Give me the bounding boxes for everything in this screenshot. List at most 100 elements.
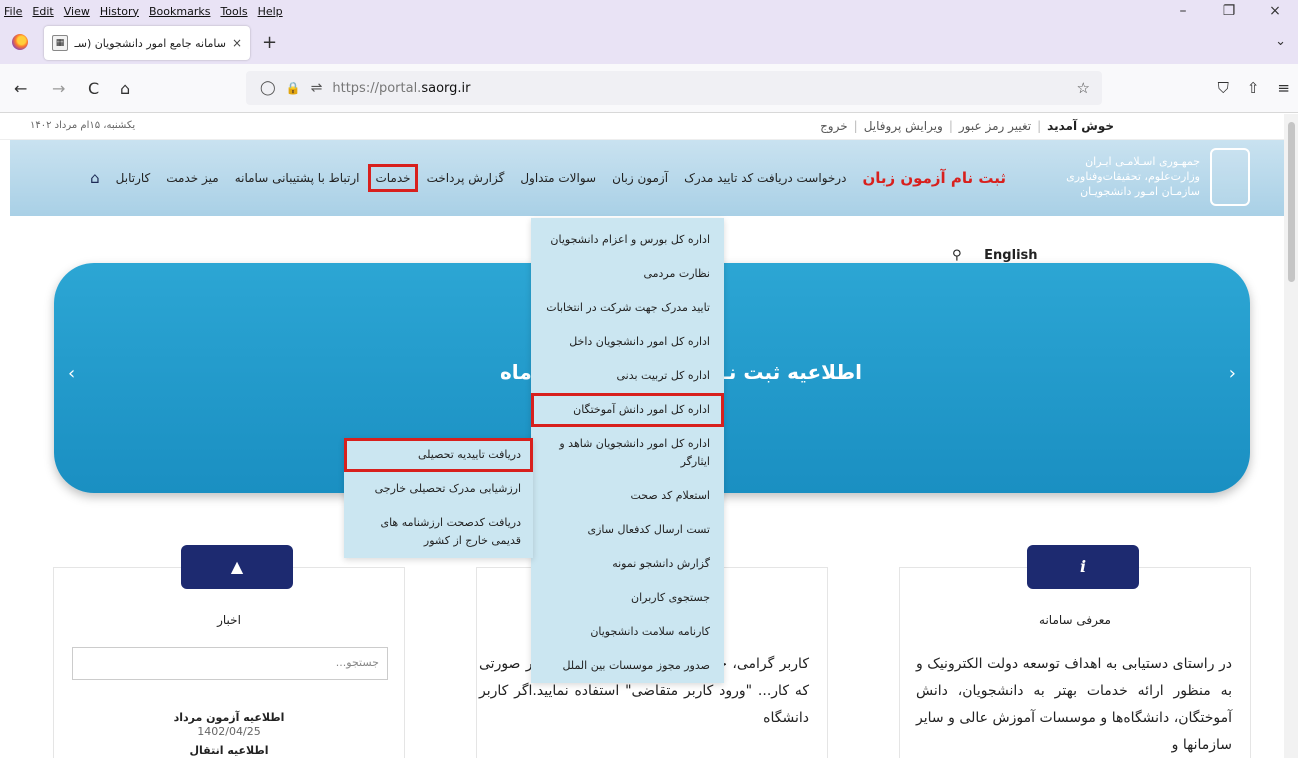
logo-line-3: سازمـان امـور دانشجویـان (1080, 185, 1200, 198)
close-window-button[interactable]: × (1252, 3, 1298, 19)
organization-logo[interactable] (1210, 148, 1250, 206)
url-text[interactable]: https://portal.saorg.ir (332, 81, 470, 96)
nav-item-kartabl[interactable]: کارتابل (116, 171, 151, 185)
dropdown-item-exemplary-student[interactable]: گزارش دانشجو نمونه (531, 547, 724, 581)
home-icon[interactable]: ⌂ (120, 79, 130, 98)
menu-bar: File Edit View History Bookmarks Tools H… (0, 0, 1298, 22)
tracking-shield-icon[interactable]: ◯ (260, 80, 276, 96)
list-all-tabs-icon[interactable]: ⌄ (1275, 34, 1286, 49)
dropdown-item-verify-code-inquiry[interactable]: استعلام کد صحت (531, 479, 724, 513)
dropdown-item-international-license[interactable]: صدور مجوز موسسات بین الملل (531, 649, 724, 683)
change-password-link[interactable]: تغییر رمز عبور (959, 119, 1031, 133)
menu-help[interactable]: Help (258, 5, 283, 18)
page-content: یکشنبه، ۱۵ام مرداد ۱۴۰۲ خوش آمدید | تغیی… (0, 114, 1298, 758)
megaphone-icon: ▲ (181, 545, 293, 589)
slider-prev-icon[interactable]: ‹ (68, 363, 75, 384)
page-scrollbar[interactable] (1284, 114, 1298, 758)
separator: | (948, 119, 953, 133)
news-search-input[interactable]: جستجو... (72, 647, 388, 680)
firefox-icon[interactable] (12, 34, 28, 50)
minimize-button[interactable]: – (1160, 3, 1206, 19)
lock-icon[interactable]: 🔒 (286, 81, 301, 95)
submenu-item-foreign-degree-evaluation[interactable]: ارزشیابی مدرک تحصیلی خارجی (344, 472, 533, 506)
info-icon: i (1027, 545, 1139, 589)
organization-name: جمهـوری اسـلامـی ایـران وزارت‌علوم، تحقی… (1066, 154, 1200, 199)
toolbar-right: ⛉ ⇧ ≡ (1218, 79, 1290, 97)
url-bar[interactable]: ◯ 🔒 ⇌ https://portal.saorg.ir ☆ (246, 71, 1102, 105)
nav-item-payment-report[interactable]: گزارش پرداخت (427, 171, 505, 185)
nav-item-faq[interactable]: سوالات متداول (520, 171, 596, 185)
about-title: معرفی سامانه (1039, 613, 1111, 627)
nav-items: ⌂ کارتابل میز خدمت ارتباط با پشتیبانی سا… (90, 164, 1014, 192)
news-title: اخبار (217, 613, 241, 627)
slider-next-icon[interactable]: › (1229, 363, 1236, 384)
search-english-bar: ⚲ English (952, 248, 1038, 263)
bookmark-star-icon[interactable]: ☆ (1077, 79, 1090, 97)
restore-button[interactable]: ❐ (1206, 3, 1252, 19)
logo-line-1: جمهـوری اسـلامـی ایـران (1085, 155, 1200, 168)
menu-file[interactable]: File (4, 5, 22, 18)
nav-item-support[interactable]: ارتباط با پشتیبانی سامانه (235, 171, 360, 185)
slide-title-right[interactable]: اطلاعیه ثبت نـ (722, 360, 862, 384)
close-tab-icon[interactable]: × (232, 36, 242, 50)
edit-profile-link[interactable]: ویرایش پروفایل (864, 119, 943, 133)
menu-view[interactable]: View (64, 5, 90, 18)
submenu-item-old-certificate-code[interactable]: دریافت کدصحت ارزشنامه های قدیمی خارج از … (344, 506, 533, 558)
menu-history[interactable]: History (100, 5, 139, 18)
dropdown-item-graduates[interactable]: اداره کل امور دانش آموختگان (531, 393, 724, 427)
nav-item-language-exam[interactable]: آزمون زبان (612, 171, 668, 185)
user-links: خوش آمدید | تغییر رمز عبور | ویرایش پروف… (820, 119, 1114, 133)
news-item-date: 1402/04/25 (197, 725, 261, 738)
menu-bookmarks[interactable]: Bookmarks (149, 5, 210, 18)
browser-tab[interactable]: ▦ سامانه جامع امور دانشجویان (سـ × (44, 26, 250, 60)
user-bar: یکشنبه، ۱۵ام مرداد ۱۴۰۲ خوش آمدید | تغیی… (0, 114, 1284, 140)
about-panel: i معرفی سامانه در راستای دستیابی به اهدا… (899, 545, 1251, 758)
scrollbar-thumb[interactable] (1288, 122, 1295, 282)
dropdown-item-shahed-students[interactable]: اداره کل امور دانشجویان شاهد و ایثارگر (531, 427, 724, 479)
dropdown-item-election-verify[interactable]: تایید مدرک جهت شرکت در انتخابات (531, 291, 724, 325)
services-dropdown: اداره کل بورس و اعزام دانشجویان نظارت مر… (531, 218, 724, 683)
submenu-item-degree-confirmation[interactable]: دریافت تاییدیه تحصیلی (344, 438, 533, 472)
menu-tools[interactable]: Tools (220, 5, 247, 18)
pocket-icon[interactable]: ⛉ (1218, 79, 1229, 97)
language-exam-register-link[interactable]: ثبت نام آزمون زبان (862, 169, 1006, 187)
dropdown-item-health-report[interactable]: کارنامه سلامت دانشجویان (531, 615, 724, 649)
welcome-text: خوش آمدید (1047, 119, 1114, 133)
news-item-title[interactable]: اطلاعیه آزمون مرداد (54, 711, 404, 724)
news-item-next[interactable]: اطلاعیه انتقال (54, 744, 404, 757)
permissions-icon[interactable]: ⇌ (311, 80, 323, 96)
dropdown-item-activation-test[interactable]: تست ارسال کدفعال سازی (531, 513, 724, 547)
reload-icon[interactable]: C (88, 79, 99, 98)
separator: | (853, 119, 858, 133)
main-navigation: جمهـوری اسـلامـی ایـران وزارت‌علوم، تحقی… (10, 140, 1284, 216)
search-icon[interactable]: ⚲ (952, 248, 962, 263)
site-favicon-icon: ▦ (52, 35, 68, 51)
nav-item-service-desk[interactable]: میز خدمت (166, 171, 218, 185)
separator: | (1037, 119, 1042, 133)
logout-link[interactable]: خروج (820, 119, 848, 133)
current-date: یکشنبه، ۱۵ام مرداد ۱۴۰۲ (30, 120, 136, 131)
dropdown-item-public-oversight[interactable]: نظارت مردمی (531, 257, 724, 291)
tab-bar: ▦ سامانه جامع امور دانشجویان (سـ × + ⌄ (0, 22, 1298, 64)
dropdown-item-user-search[interactable]: جستجوی کاربران (531, 581, 724, 615)
nav-item-verify-code-request[interactable]: درخواست دریافت کد تایید مدرک (684, 171, 846, 185)
home-nav-icon[interactable]: ⌂ (90, 169, 100, 187)
logo-line-2: وزارت‌علوم، تحقیقات‌وفناوری (1066, 170, 1200, 183)
dropdown-item-physical-education[interactable]: اداره کل تربیت بدنی (531, 359, 724, 393)
extensions-icon[interactable]: ⇧ (1247, 79, 1260, 97)
window-controls: – ❐ × (1160, 0, 1298, 22)
navigation-toolbar: ← → C ⌂ ◯ 🔒 ⇌ https://portal.saorg.ir ☆ … (0, 64, 1298, 113)
dropdown-item-scholarship[interactable]: اداره کل بورس و اعزام دانشجویان (531, 223, 724, 257)
graduates-submenu: دریافت تاییدیه تحصیلی ارزشیابی مدرک تحصی… (344, 438, 533, 558)
tab-title: سامانه جامع امور دانشجویان (سـ (74, 36, 226, 50)
dropdown-item-domestic-students[interactable]: اداره کل امور دانشجویان داخل (531, 325, 724, 359)
app-menu-icon[interactable]: ≡ (1277, 79, 1290, 97)
forward-icon[interactable]: → (52, 79, 65, 98)
menu-edit[interactable]: Edit (32, 5, 53, 18)
new-tab-button[interactable]: + (262, 32, 277, 53)
english-link[interactable]: English (984, 248, 1037, 263)
nav-item-services[interactable]: خدمات (368, 164, 418, 192)
news-panel: ▲ اخبار جستجو... اطلاعیه آزمون مرداد 140… (53, 545, 405, 758)
back-icon[interactable]: ← (14, 79, 27, 98)
about-text: در راستای دستیابی به اهداف توسعه دولت ال… (916, 656, 1232, 753)
